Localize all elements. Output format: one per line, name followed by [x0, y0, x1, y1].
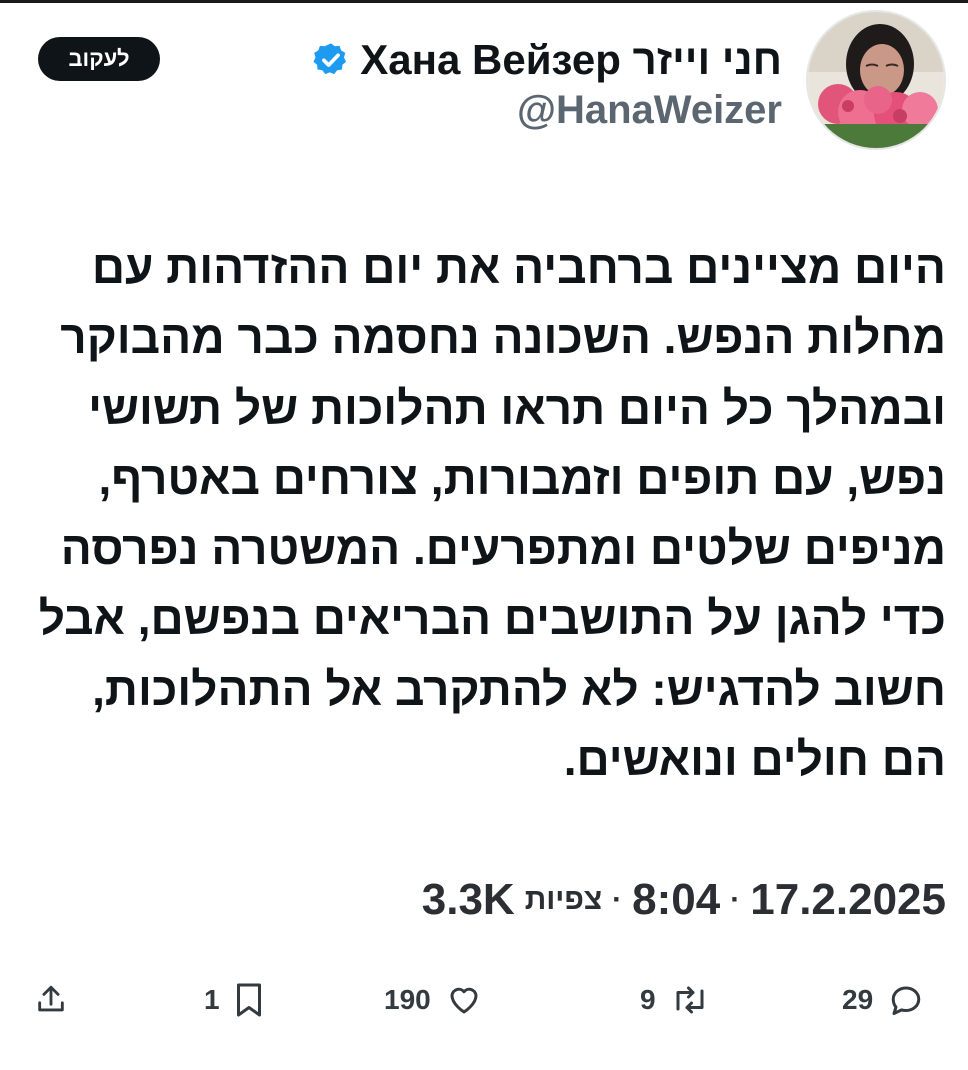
- bookmark-button[interactable]: 1: [204, 978, 264, 1022]
- meta-separator: ·: [612, 883, 623, 916]
- views-count[interactable]: 3.3K: [422, 875, 515, 925]
- avatar[interactable]: [806, 10, 946, 150]
- bookmark-count: 1: [204, 984, 220, 1015]
- reply-button[interactable]: 29: [842, 978, 925, 1022]
- display-name-row: Хана Вейзер חני וייזר: [312, 30, 782, 90]
- share-icon: [38, 985, 64, 1012]
- share-button[interactable]: [34, 978, 68, 1022]
- views-label: צפיות: [524, 883, 603, 916]
- action-bar: 1 190 9 29: [0, 970, 968, 1030]
- like-button[interactable]: 190: [384, 978, 483, 1022]
- tweet-meta: 3.3K צפיות · 8:04 · 17.2.2025: [422, 870, 946, 930]
- top-border: [0, 0, 968, 3]
- heart-icon: [450, 987, 478, 1014]
- user-handle[interactable]: @HanaWeizer: [517, 88, 782, 133]
- repost-button[interactable]: 9: [640, 978, 710, 1022]
- tweet-text: היום מציינים ברחביה את יום ההזדהות עם מח…: [25, 241, 946, 786]
- profile-photo-icon: [808, 12, 944, 148]
- display-name[interactable]: Хана Вейзер חני וייזר: [360, 36, 782, 84]
- meta-separator: ·: [730, 883, 741, 916]
- repost-icon: [676, 986, 704, 1014]
- follow-button[interactable]: לעקוב: [38, 37, 160, 81]
- repost-count: 9: [640, 984, 656, 1015]
- tweet-time[interactable]: 8:04: [632, 875, 720, 925]
- bookmark-icon: [236, 983, 261, 1017]
- reply-count: 29: [842, 984, 874, 1015]
- reply-icon: [891, 986, 921, 1015]
- like-count: 190: [384, 984, 431, 1015]
- tweet-date[interactable]: 17.2.2025: [750, 875, 946, 925]
- verified-badge-icon: [312, 41, 350, 79]
